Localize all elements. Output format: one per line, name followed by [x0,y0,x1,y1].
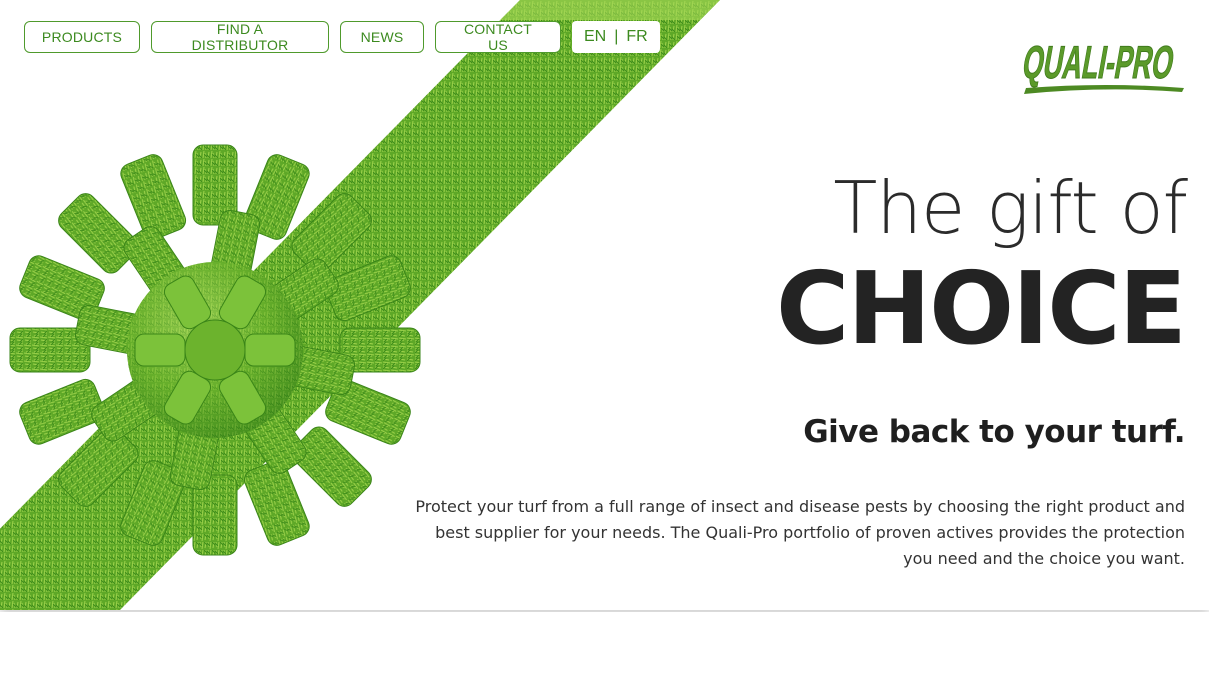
logo-text: QUALI-PRO [1019,36,1178,88]
nav-news-button[interactable]: NEWS [340,21,424,53]
page-below-hero [0,612,1209,682]
headline-line2: CHOICE [776,250,1187,367]
lang-fr-link[interactable]: FR [626,28,647,46]
quali-pro-logo[interactable]: QUALI-PRO [1016,26,1186,98]
lang-separator: | [614,28,619,45]
main-nav: PRODUCTS FIND A DISTRIBUTOR NEWS CONTACT… [24,21,660,53]
subheadline: Give back to your turf. [803,414,1185,450]
nav-contact-button[interactable]: CONTACT US [435,21,561,53]
lang-en-link[interactable]: EN [584,28,606,46]
nav-find-distributor-button[interactable]: FIND A DISTRIBUTOR [151,21,329,53]
headline-line1: The gift of [833,166,1188,250]
language-switcher: EN | FR [572,21,660,53]
hero-section: PRODUCTS FIND A DISTRIBUTOR NEWS CONTACT… [0,0,1209,610]
hero-body-text: Protect your turf from a full range of i… [415,497,1185,568]
nav-products-button[interactable]: PRODUCTS [24,21,140,53]
